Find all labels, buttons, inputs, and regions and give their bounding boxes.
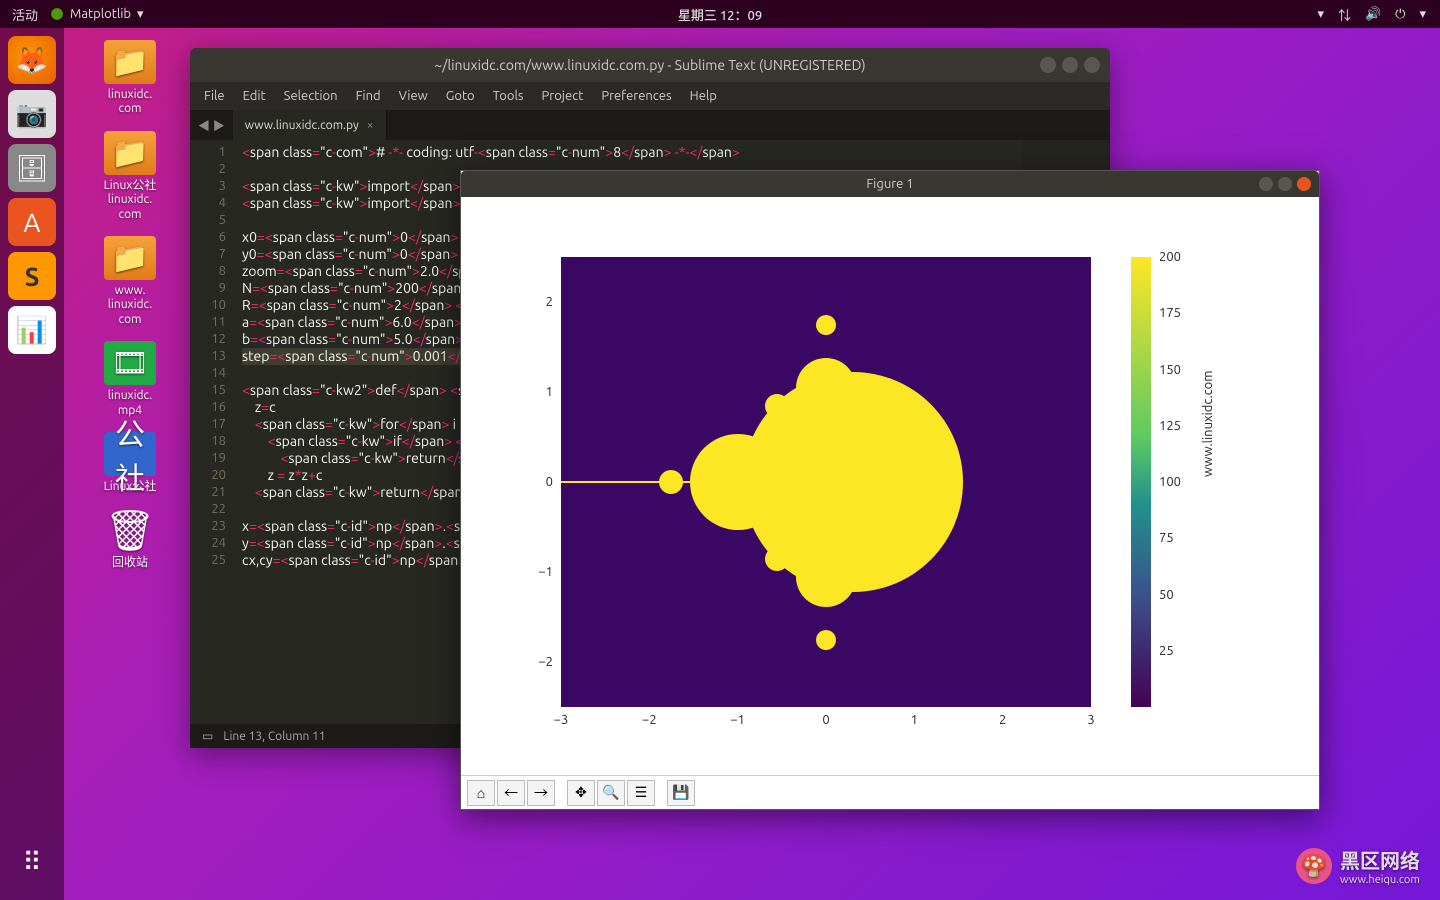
desktop-folder[interactable]: 📁linuxidc. com (90, 40, 170, 117)
watermark-logo-icon: 🍄 (1296, 848, 1332, 884)
window-minimize-button[interactable] (1259, 177, 1273, 191)
menu-help[interactable]: Help (690, 89, 717, 103)
dock-matplotlib-icon[interactable]: 📊 (8, 306, 56, 354)
desktop-folder[interactable]: 📁Linux公社 linuxidc. com (90, 131, 170, 222)
line-gutter: 1234567891011121314151617181920212223242… (190, 140, 236, 724)
statusbar-cursor: Line 13, Column 11 (223, 730, 325, 743)
colorbar (1131, 257, 1151, 707)
axes: −3−2−10123−2−1012 (561, 257, 1091, 707)
window-close-button[interactable] (1084, 57, 1100, 73)
menu-selection[interactable]: Selection (284, 89, 338, 103)
desktop-trash[interactable]: 🗑回收站 (90, 508, 170, 570)
desktop-video[interactable]: 🎞linuxidc. mp4 (90, 341, 170, 418)
watermark-text: 黑区网络 (1340, 845, 1420, 874)
matplotlib-toolbar: ⌂ ← → ✥ 🔍 ☰ 💾 (461, 775, 1319, 809)
dock-camera-icon[interactable]: 📷 (8, 90, 56, 138)
tab-label: www.linuxidc.com.py (245, 119, 359, 132)
matplotlib-figure-window: Figure 1 −3−2−10123−2−1012 2550751001251… (460, 170, 1320, 810)
gnome-topbar: 活动 Matplotlib ▾ 星期三 12：09 ▾ ⇅ 🔊 ⏻ ▾ (0, 0, 1440, 28)
tab-history-nav[interactable]: ◀ ▶ (190, 110, 233, 140)
figure-titlebar[interactable]: Figure 1 (461, 171, 1319, 197)
statusbar-panel-icon[interactable]: ▭ (202, 729, 213, 743)
input-source-indicator[interactable]: ▾ (1317, 7, 1324, 22)
network-icon[interactable]: ⇅ (1338, 5, 1351, 24)
window-minimize-button[interactable] (1040, 57, 1056, 73)
menu-goto[interactable]: Goto (446, 89, 475, 103)
window-maximize-button[interactable] (1062, 57, 1078, 73)
toolbar-pan-icon[interactable]: ✥ (567, 780, 595, 806)
system-menu-chevron-icon[interactable]: ▾ (1419, 7, 1426, 22)
menu-project[interactable]: Project (542, 89, 584, 103)
ubuntu-dock: 🦊 📷 🗄 A S 📊 ⠿ (0, 28, 64, 900)
sublime-title: ~/linuxidc.com/www.linuxidc.com.py - Sub… (434, 57, 865, 73)
menu-file[interactable]: File (204, 89, 225, 103)
sublime-menubar: File Edit Selection Find View Goto Tools… (190, 82, 1110, 110)
appmenu-button[interactable]: Matplotlib ▾ (50, 7, 144, 22)
toolbar-configure-icon[interactable]: ☰ (627, 780, 655, 806)
menu-find[interactable]: Find (356, 89, 381, 103)
menu-view[interactable]: View (399, 89, 428, 103)
colorbar-label: www.linuxidc.com (1201, 371, 1215, 478)
clock[interactable]: 星期三 12：09 (678, 5, 762, 24)
figure-title: Figure 1 (866, 177, 913, 191)
window-maximize-button[interactable] (1278, 177, 1292, 191)
volume-icon[interactable]: 🔊 (1365, 7, 1381, 22)
dock-files-icon[interactable]: 🗄 (8, 144, 56, 192)
desktop-image[interactable]: 公社Linux公社 (90, 432, 170, 494)
menu-tools[interactable]: Tools (493, 89, 524, 103)
menu-edit[interactable]: Edit (243, 89, 266, 103)
dock-sublime-icon[interactable]: S (8, 252, 56, 300)
dock-show-apps-icon[interactable]: ⠿ (8, 838, 56, 886)
toolbar-back-icon[interactable]: ← (497, 780, 525, 806)
watermark: 🍄 黑区网络 www.heiqu.com (1296, 845, 1420, 886)
desktop-icons: 📁linuxidc. com 📁Linux公社 linuxidc. com 📁w… (90, 40, 170, 571)
dock-software-icon[interactable]: A (8, 198, 56, 246)
sublime-titlebar[interactable]: ~/linuxidc.com/www.linuxidc.com.py - Sub… (190, 48, 1110, 82)
window-close-button[interactable] (1297, 177, 1311, 191)
toolbar-zoom-icon[interactable]: 🔍 (597, 780, 625, 806)
menu-preferences[interactable]: Preferences (601, 89, 671, 103)
dock-firefox-icon[interactable]: 🦊 (8, 36, 56, 84)
toolbar-home-icon[interactable]: ⌂ (467, 780, 495, 806)
editor-tab[interactable]: www.linuxidc.com.py × (233, 110, 387, 140)
toolbar-forward-icon[interactable]: → (527, 780, 555, 806)
sublime-tabbar: ◀ ▶ www.linuxidc.com.py × (190, 110, 1110, 140)
power-icon[interactable]: ⏻ (1395, 7, 1405, 22)
watermark-url: www.heiqu.com (1340, 874, 1420, 886)
desktop-folder[interactable]: 📁www. linuxidc. com (90, 236, 170, 327)
figure-canvas[interactable]: −3−2−10123−2−1012 255075100125150175200 … (461, 197, 1319, 775)
activities-button[interactable]: 活动 (12, 5, 38, 24)
tab-close-icon[interactable]: × (367, 119, 374, 132)
toolbar-save-icon[interactable]: 💾 (667, 780, 695, 806)
